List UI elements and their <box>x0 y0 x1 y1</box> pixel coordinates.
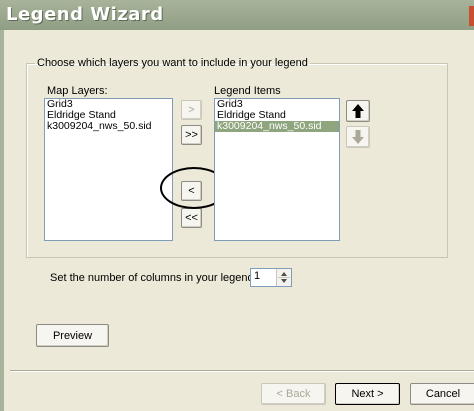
move-up-button[interactable] <box>346 100 370 122</box>
map-layers-list[interactable]: Grid3 Eldridge Stand k3009204_nws_50.sid <box>44 98 173 241</box>
preview-button[interactable]: Preview <box>36 324 109 347</box>
close-icon[interactable] <box>469 6 474 26</box>
layers-group-legend: Choose which layers you want to include … <box>37 57 308 69</box>
list-item[interactable]: k3009204_nws_50.sid <box>45 121 172 132</box>
spinner-arrows-icon <box>278 272 290 283</box>
back-button[interactable]: < Back <box>261 383 326 405</box>
map-layers-label: Map Layers: <box>47 85 108 97</box>
spinner-arrows[interactable] <box>276 269 291 286</box>
arrow-down-icon <box>352 130 364 144</box>
columns-value: 1 <box>254 270 261 282</box>
window-frame <box>0 30 4 411</box>
legend-items-list[interactable]: Grid3 Eldridge Stand k3009204_nws_50.sid <box>214 98 340 241</box>
window-title: Legend Wizard <box>6 4 164 25</box>
add-all-layers-button[interactable]: >> <box>181 125 202 145</box>
columns-label: Set the number of columns in your legend… <box>50 272 257 284</box>
arrow-up-icon <box>352 104 364 118</box>
cancel-button[interactable]: Cancel <box>410 383 474 405</box>
move-down-button[interactable] <box>346 126 370 148</box>
legend-items-label: Legend Items <box>214 85 281 97</box>
remove-all-layers-button[interactable]: << <box>181 208 202 228</box>
columns-spinner[interactable]: 1 <box>250 268 292 287</box>
list-item-selected[interactable]: k3009204_nws_50.sid <box>215 121 339 132</box>
next-button[interactable]: Next > <box>335 383 400 405</box>
add-layer-button[interactable]: > <box>181 100 202 120</box>
title-bar: Legend Wizard <box>0 0 474 30</box>
separator <box>10 370 474 372</box>
